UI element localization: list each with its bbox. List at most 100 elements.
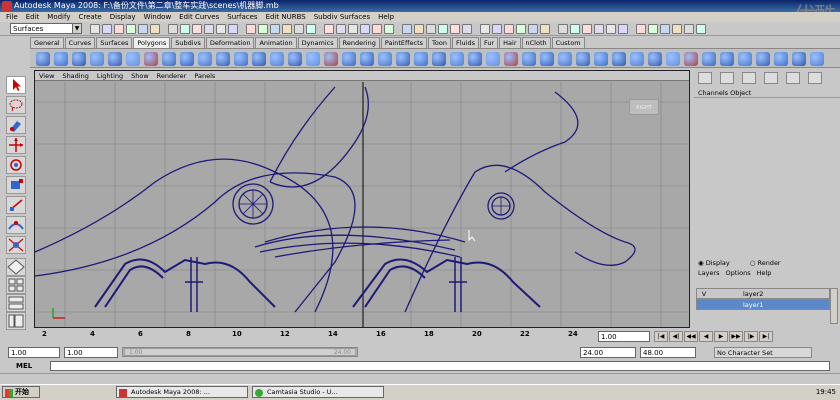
shelf-tool-icon[interactable] — [756, 52, 770, 66]
tab-fur[interactable]: Fur — [479, 37, 499, 48]
shelf-tool-icon[interactable] — [558, 52, 572, 66]
tab-general[interactable]: General — [30, 37, 64, 48]
four-pane-layout-icon[interactable] — [6, 276, 26, 294]
status-line-button-icon[interactable] — [402, 24, 412, 34]
tab-animation[interactable]: Animation — [255, 37, 297, 48]
menu-modify[interactable]: Modify — [47, 12, 70, 22]
status-line-button-icon[interactable] — [684, 24, 694, 34]
status-line-button-icon[interactable] — [168, 24, 178, 34]
shelf-tool-icon[interactable] — [576, 52, 590, 66]
shelf-tool-icon[interactable] — [738, 52, 752, 66]
tab-hair[interactable]: Hair — [499, 37, 521, 48]
menu-display[interactable]: Display — [110, 12, 136, 22]
soft-mod-tool-icon[interactable] — [6, 216, 26, 234]
shelf-tool-icon[interactable] — [432, 52, 446, 66]
status-line-button-icon[interactable] — [660, 24, 670, 34]
status-line-button-icon[interactable] — [606, 24, 616, 34]
layer-row-layer2[interactable]: V layer2 — [696, 288, 830, 299]
status-line-button-icon[interactable] — [348, 24, 358, 34]
status-line-button-icon[interactable] — [570, 24, 580, 34]
shelf-tool-icon[interactable] — [288, 52, 302, 66]
menu-window[interactable]: Window — [144, 12, 172, 22]
status-line-button-icon[interactable] — [180, 24, 190, 34]
step-forward-icon[interactable]: |▶ — [744, 331, 758, 342]
status-line-button-icon[interactable] — [558, 24, 568, 34]
shelf-tool-icon[interactable] — [234, 52, 248, 66]
viewport-canvas[interactable] — [35, 82, 690, 328]
range-slider-handle[interactable]: 1.00 24.00 — [124, 348, 356, 356]
shelf-tool-icon[interactable] — [612, 52, 626, 66]
shelf-tool-icon[interactable] — [792, 52, 806, 66]
show-manipulator-icon[interactable] — [6, 236, 26, 254]
status-line-button-icon[interactable] — [90, 24, 100, 34]
status-line-button-icon[interactable] — [258, 24, 268, 34]
menu-edit-curves[interactable]: Edit Curves — [179, 12, 219, 22]
shelf-tool-icon[interactable] — [450, 52, 464, 66]
status-line-button-icon[interactable] — [516, 24, 526, 34]
shelf-tool-icon[interactable] — [360, 52, 374, 66]
shelf-tool-icon[interactable] — [594, 52, 608, 66]
status-line-button-icon[interactable] — [336, 24, 346, 34]
move-tool-icon[interactable] — [6, 136, 26, 154]
layer-menu-layers[interactable]: Layers — [698, 268, 720, 278]
character-set-select[interactable]: No Character Set — [714, 347, 812, 358]
start-time-field[interactable]: 1.00 — [8, 347, 60, 358]
status-line-button-icon[interactable] — [672, 24, 682, 34]
end-playback-field[interactable]: 24.00 — [580, 347, 636, 358]
go-to-end-icon[interactable]: ▶| — [759, 331, 773, 342]
shelf-tool-icon[interactable] — [36, 52, 50, 66]
status-line-button-icon[interactable] — [114, 24, 124, 34]
shelf-tool-icon[interactable] — [648, 52, 662, 66]
menu-set-select[interactable]: Surfaces ▼ — [10, 23, 82, 34]
status-line-button-icon[interactable] — [480, 24, 490, 34]
status-line-button-icon[interactable] — [102, 24, 112, 34]
status-line-button-icon[interactable] — [270, 24, 280, 34]
shelf-tool-icon[interactable] — [666, 52, 680, 66]
panel-toggle-icon[interactable] — [720, 72, 734, 84]
tab-custom[interactable]: Custom — [551, 37, 585, 48]
shelf-tool-icon[interactable] — [216, 52, 230, 66]
status-line-button-icon[interactable] — [138, 24, 148, 34]
status-line-button-icon[interactable] — [324, 24, 334, 34]
panel-toggle-icon[interactable] — [786, 72, 800, 84]
perspective-viewport[interactable]: View Shading Lighting Show Renderer Pane… — [34, 70, 690, 328]
task-camtasia[interactable]: Camtasia Studio - U... — [252, 386, 384, 398]
shelf-tool-icon[interactable] — [306, 52, 320, 66]
status-line-button-icon[interactable] — [696, 24, 706, 34]
play-backward-icon[interactable]: ◀ — [699, 331, 713, 342]
layer-row-layer1[interactable]: layer1 — [696, 299, 830, 310]
shelf-tool-icon[interactable] — [630, 52, 644, 66]
status-line-button-icon[interactable] — [618, 24, 628, 34]
select-tool-icon[interactable] — [6, 76, 26, 94]
tab-painteffects[interactable]: PaintEffects — [380, 37, 428, 48]
rotate-tool-icon[interactable] — [6, 156, 26, 174]
shelf-tool-icon[interactable] — [342, 52, 356, 66]
lasso-tool-icon[interactable] — [6, 96, 26, 114]
status-line-button-icon[interactable] — [528, 24, 538, 34]
mel-label[interactable]: MEL — [16, 362, 32, 370]
status-line-button-icon[interactable] — [384, 24, 394, 34]
status-line-button-icon[interactable] — [216, 24, 226, 34]
shelf-tool-icon[interactable] — [126, 52, 140, 66]
shelf-tool-icon[interactable] — [378, 52, 392, 66]
status-line-button-icon[interactable] — [462, 24, 472, 34]
menu-edit[interactable]: Edit — [26, 12, 40, 22]
menu-create[interactable]: Create — [78, 12, 101, 22]
viewport-menu-panels[interactable]: Panels — [194, 71, 215, 80]
shelf-tool-icon[interactable] — [540, 52, 554, 66]
status-line-button-icon[interactable] — [636, 24, 646, 34]
end-time-field[interactable]: 48.00 — [640, 347, 696, 358]
shelf-tool-icon[interactable] — [522, 52, 536, 66]
shelf-tool-icon[interactable] — [810, 52, 824, 66]
layer-visibility-toggle[interactable]: V — [699, 289, 709, 299]
shelf-tool-icon[interactable] — [144, 52, 158, 66]
tab-surfaces[interactable]: Surfaces — [96, 37, 133, 48]
start-button[interactable]: 开始 — [2, 386, 40, 398]
shelf-tool-icon[interactable] — [468, 52, 482, 66]
status-line-button-icon[interactable] — [594, 24, 604, 34]
shelf-tool-icon[interactable] — [54, 52, 68, 66]
mel-command-input[interactable] — [50, 361, 830, 371]
current-frame-field[interactable]: 1.00 — [598, 331, 650, 342]
viewport-menu-lighting[interactable]: Lighting — [97, 71, 123, 80]
status-line-button-icon[interactable] — [192, 24, 202, 34]
